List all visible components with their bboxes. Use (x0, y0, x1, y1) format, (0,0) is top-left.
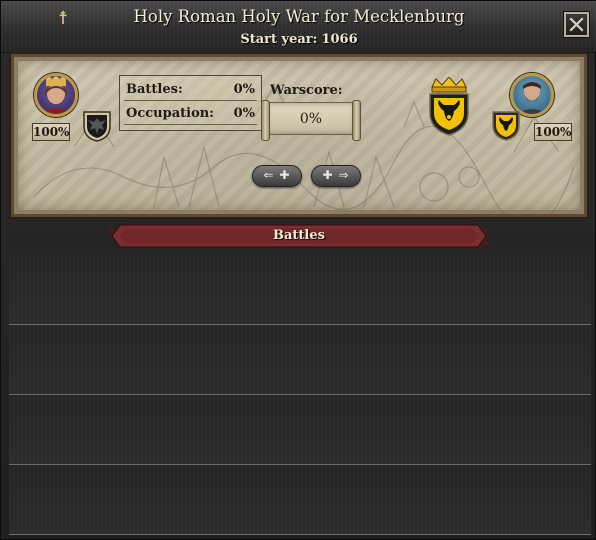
bearded-ruler-icon (517, 82, 547, 114)
occupation-label: Occupation: (126, 106, 214, 121)
black-bull-coat-of-arms-icon[interactable] (492, 110, 520, 141)
battles-label: Battles: (126, 82, 183, 97)
next-war-button[interactable]: ✚ ⇒ (311, 165, 361, 187)
close-button[interactable] (564, 12, 589, 37)
occupation-value: 0% (233, 106, 255, 121)
close-icon (569, 17, 584, 32)
start-year-value: 1066 (321, 32, 358, 47)
prev-arrows-icon: ⇐ ✚ (263, 168, 291, 182)
previous-war-button[interactable]: ⇐ ✚ (252, 165, 302, 187)
defender-strength-badge: 100% (534, 123, 572, 141)
war-summary-panel: 100% Battles: 0% Occupation: 0% Warscore… (9, 52, 589, 219)
title-bar: ☨ Holy Roman Holy War for Mecklenburg St… (1, 1, 596, 53)
warscore-label: Warscore: (270, 83, 343, 98)
cross-icon: ☨ (58, 8, 68, 29)
occupation-stat-row: Occupation: 0% (124, 103, 257, 125)
battles-stat-row: Battles: 0% (124, 79, 257, 101)
crowned-bull-shield-icon[interactable] (426, 77, 472, 137)
start-year: Start year: 1066 (91, 32, 507, 47)
battle-row[interactable] (9, 325, 591, 395)
start-year-label: Start year: (240, 32, 318, 47)
warscore-scroll: 0% (261, 100, 361, 141)
war-title: Holy Roman Holy War for Mecklenburg (133, 7, 465, 26)
battles-title: Battles (273, 228, 325, 243)
battles-header: Battles (106, 223, 492, 249)
battles-value: 0% (233, 82, 255, 97)
attacker-portrait[interactable] (34, 73, 78, 117)
battle-row[interactable] (9, 255, 591, 325)
battle-row[interactable] (9, 465, 591, 535)
crowned-ruler-icon (41, 76, 71, 114)
war-stats-box: Battles: 0% Occupation: 0% (119, 75, 262, 131)
battles-list[interactable] (9, 255, 591, 537)
black-eagle-coat-of-arms-icon[interactable] (82, 110, 112, 142)
attacker-strength-badge: 100% (32, 123, 70, 141)
warscore-value: 0% (299, 111, 323, 127)
war-window: ☨ Holy Roman Holy War for Mecklenburg St… (0, 0, 596, 540)
next-arrows-icon: ✚ ⇒ (322, 168, 350, 182)
battle-row[interactable] (9, 395, 591, 465)
